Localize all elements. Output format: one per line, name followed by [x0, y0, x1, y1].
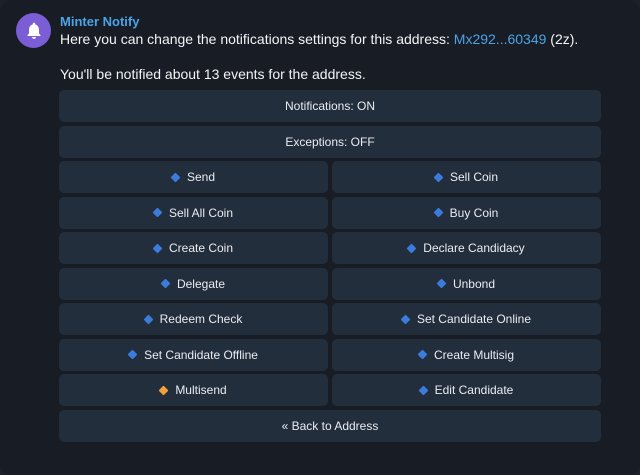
sender-name[interactable]: Minter Notify: [60, 14, 139, 29]
blue-diamond-icon: [160, 278, 171, 289]
message-text-line1: Here you can change the notifications se…: [60, 31, 578, 47]
back-to-address-button[interactable]: « Back to Address: [59, 409, 601, 442]
blue-diamond-icon: [143, 314, 154, 324]
blue-diamond-icon: [433, 207, 444, 218]
bell-icon: [27, 22, 40, 39]
blue-diamond-icon: [433, 172, 444, 182]
keyboard-row: Multisend Edit Candidate: [59, 374, 601, 406]
send-button[interactable]: Send: [59, 161, 328, 193]
blue-diamond-icon: [152, 243, 163, 253]
buy-coin-button[interactable]: Buy Coin: [332, 196, 601, 229]
keyboard-row: Redeem Check Set Candidate Online: [59, 303, 601, 335]
button-label: Notifications: ON: [284, 99, 376, 113]
chat-window: Minter Notify Here you can change the no…: [0, 0, 640, 475]
delegate-button[interactable]: Delegate: [59, 267, 328, 300]
create-multisig-button[interactable]: Create Multisig: [332, 338, 601, 371]
set-candidate-offline-button[interactable]: Set Candidate Offline: [59, 338, 328, 371]
address-link[interactable]: Mx292...60349: [454, 31, 547, 47]
unbond-button[interactable]: Unbond: [332, 267, 601, 300]
blue-diamond-icon: [400, 314, 411, 324]
message-text-line2: You'll be notified about 13 events for t…: [60, 66, 366, 82]
keyboard-row: Delegate Unbond: [59, 267, 601, 300]
inline-keyboard: Notifications: ON Exceptions: OFF Send S…: [59, 90, 601, 445]
keyboard-row: « Back to Address: [59, 409, 601, 442]
button-label: Create Multisig: [433, 347, 515, 362]
bot-avatar[interactable]: [16, 13, 51, 48]
edit-candidate-button[interactable]: Edit Candidate: [332, 374, 601, 406]
blue-diamond-icon: [436, 278, 447, 289]
button-label: Sell All Coin: [168, 205, 234, 220]
exceptions-toggle-button[interactable]: Exceptions: OFF: [59, 125, 601, 158]
keyboard-row: Sell All Coin Buy Coin: [59, 196, 601, 229]
button-label: Edit Candidate: [434, 383, 514, 397]
button-label: Create Coin: [168, 241, 234, 255]
blue-diamond-icon: [418, 385, 429, 395]
message-text-prefix: Here you can change the notifications se…: [60, 31, 454, 47]
keyboard-row: Set Candidate Offline Create Multisig: [59, 338, 601, 371]
keyboard-row: Send Sell Coin: [59, 161, 601, 193]
button-label: Set Candidate Offline: [144, 347, 258, 362]
button-label: Redeem Check: [159, 312, 243, 326]
blue-diamond-icon: [406, 243, 417, 253]
button-label: Send: [186, 170, 216, 184]
create-coin-button[interactable]: Create Coin: [59, 232, 328, 264]
button-label: Multisend: [175, 383, 227, 397]
sell-all-coin-button[interactable]: Sell All Coin: [59, 196, 328, 229]
notifications-toggle-button[interactable]: Notifications: ON: [59, 90, 601, 122]
button-label: Sell Coin: [449, 170, 499, 184]
message-text-suffix: (2z).: [546, 31, 579, 47]
button-label: Exceptions: OFF: [285, 134, 375, 149]
button-label: « Back to Address: [281, 418, 379, 433]
declare-candidacy-button[interactable]: Declare Candidacy: [332, 232, 601, 264]
button-label: Set Candidate Online: [416, 312, 532, 326]
multisend-button[interactable]: Multisend: [59, 374, 328, 406]
keyboard-row: Create Coin Declare Candidacy: [59, 232, 601, 264]
set-candidate-online-button[interactable]: Set Candidate Online: [332, 303, 601, 335]
blue-diamond-icon: [127, 349, 138, 360]
sell-coin-button[interactable]: Sell Coin: [332, 161, 601, 193]
redeem-check-button[interactable]: Redeem Check: [59, 303, 328, 335]
blue-diamond-icon: [152, 207, 163, 218]
orange-diamond-icon: [158, 385, 169, 395]
button-label: Declare Candidacy: [423, 241, 525, 255]
keyboard-row: Notifications: ON: [59, 90, 601, 122]
button-label: Unbond: [452, 276, 496, 291]
button-label: Delegate: [176, 276, 226, 291]
keyboard-row: Exceptions: OFF: [59, 125, 601, 158]
button-label: Buy Coin: [449, 205, 499, 220]
blue-diamond-icon: [170, 172, 181, 182]
blue-diamond-icon: [417, 349, 428, 360]
